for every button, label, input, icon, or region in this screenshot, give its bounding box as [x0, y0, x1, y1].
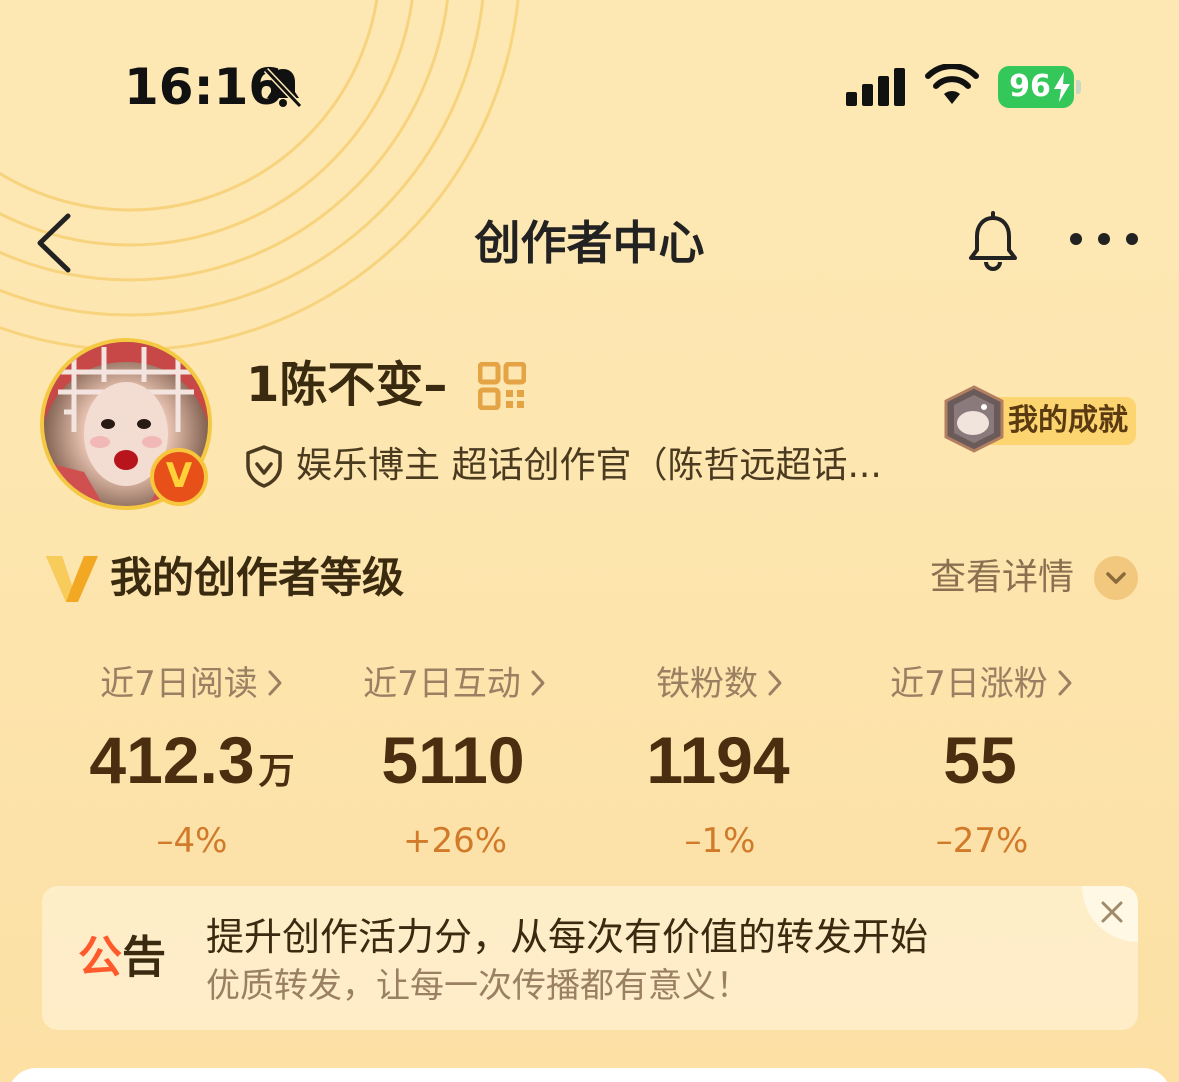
close-icon: [1101, 901, 1123, 923]
stat-change: –4%: [156, 821, 228, 861]
stat-label: 铁粉数: [656, 664, 758, 704]
level-title: 我的创作者等级: [110, 553, 405, 602]
battery-level: 96: [1009, 69, 1051, 104]
stat-interactions[interactable]: 近7日互动 5110 +26%: [325, 656, 585, 865]
qr-code-icon[interactable]: [478, 362, 526, 410]
stat-new-fans[interactable]: 近7日涨粉 55 –27%: [852, 656, 1112, 865]
wifi-icon: [925, 64, 979, 104]
stat-value: 412.3: [89, 723, 255, 797]
close-button[interactable]: [1082, 886, 1138, 942]
stat-label: 近7日涨粉: [890, 664, 1048, 704]
chevron-right-icon: [1058, 670, 1072, 696]
stat-change: –27%: [935, 821, 1029, 861]
status-bar: 16:16 96: [0, 0, 1179, 170]
stat-unit: 万: [258, 750, 295, 791]
medal-icon: [944, 385, 1004, 453]
avatar[interactable]: V: [40, 338, 212, 510]
more-icon[interactable]: [1066, 224, 1142, 254]
bell-slash-icon: [263, 67, 303, 109]
chevron-down-icon: [1106, 572, 1126, 584]
charging-bolt-icon: [1054, 72, 1070, 102]
chevron-right-icon: [268, 670, 282, 696]
username: 1陈不变–: [246, 357, 448, 413]
signal-icon: [846, 68, 905, 106]
battery-icon: 96: [998, 66, 1082, 108]
verified-badge: V: [150, 448, 208, 506]
stat-change: –1%: [684, 821, 756, 861]
content-card: [8, 1068, 1171, 1082]
stat-label: 近7日阅读: [100, 664, 258, 704]
announcement-subtitle: 优质转发，让每一次传播都有意义！: [206, 966, 750, 1006]
level-v-icon: [46, 556, 98, 602]
expand-button[interactable]: [1094, 556, 1138, 600]
stat-change: +26%: [402, 821, 508, 861]
stat-label: 近7日互动: [363, 664, 521, 704]
stat-iron-fans[interactable]: 铁粉数 1194 –1%: [590, 656, 850, 865]
shield-check-icon: [246, 445, 282, 488]
achievement-button[interactable]: 我的成就: [940, 385, 1140, 453]
bell-icon[interactable]: [962, 210, 1024, 272]
announcement-card[interactable]: 公告 提升创作活力分，从每次有价值的转发开始 优质转发，让每一次传播都有意义！: [42, 886, 1138, 1030]
announcement-title: 提升创作活力分，从每次有价值的转发开始: [206, 915, 929, 959]
view-details-link[interactable]: 查看详情: [930, 552, 1074, 604]
achievement-label: 我的成就: [1008, 403, 1128, 438]
stat-value: 1194: [646, 723, 790, 797]
profile-bio: 娱乐博主 超话创作官（陈哲远超话...: [296, 445, 882, 486]
chevron-right-icon: [768, 670, 782, 696]
stat-value: 55: [943, 723, 1017, 797]
stat-reads[interactable]: 近7日阅读 412.3 万 –4%: [62, 656, 322, 865]
chevron-right-icon: [531, 670, 545, 696]
announcement-tag: 公告: [78, 932, 166, 983]
stat-value: 5110: [381, 723, 525, 797]
